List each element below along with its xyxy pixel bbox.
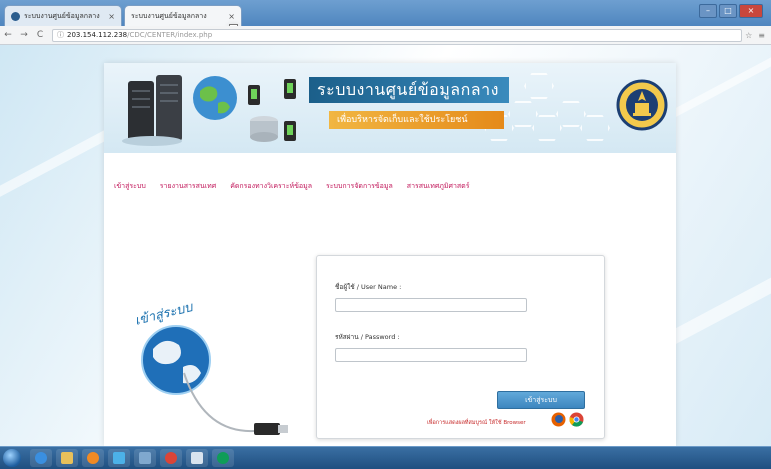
menu-item-login[interactable]: เข้าสู่ระบบ bbox=[114, 181, 146, 192]
os-taskbar bbox=[0, 446, 771, 469]
username-input[interactable] bbox=[335, 298, 527, 312]
address-path: /CDC/CENTER/index.php bbox=[127, 31, 213, 39]
forward-icon[interactable]: → bbox=[16, 30, 32, 40]
server-rack-icon bbox=[122, 75, 182, 146]
chrome-taskbar-icon[interactable] bbox=[160, 449, 182, 467]
hexagon-decoration bbox=[532, 115, 562, 141]
database-icon bbox=[248, 79, 296, 142]
menu-item-reports[interactable]: รายงานสารสนเทศ bbox=[160, 181, 216, 192]
menu-icon[interactable]: ≡ bbox=[758, 31, 765, 40]
network-app-icon[interactable] bbox=[108, 449, 130, 467]
password-label: รหัสผ่าน / Password : bbox=[335, 333, 400, 341]
media-player-icon[interactable] bbox=[82, 449, 104, 467]
browser-tab[interactable]: ระบบงานศูนย์ข้อมูลกลาง × bbox=[4, 5, 122, 26]
organization-seal-logo bbox=[616, 79, 668, 131]
address-host: 203.154.112.238 bbox=[67, 31, 128, 39]
window-close-icon[interactable]: × bbox=[739, 4, 763, 18]
bookmark-star-icon[interactable]: ☆ bbox=[745, 31, 752, 40]
globe-icon bbox=[193, 76, 237, 120]
minimize-icon[interactable]: – bbox=[699, 4, 717, 18]
browser-toolbar: ← → C ⓘ 203.154.112.238 /CDC/CENTER/inde… bbox=[0, 26, 771, 45]
tab-title: ระบบงานศูนย์ข้อมูลกลาง bbox=[131, 11, 207, 20]
chrome-icon[interactable] bbox=[569, 412, 584, 427]
maximize-icon[interactable]: □ bbox=[719, 4, 737, 18]
window-controls: – □ × bbox=[699, 4, 763, 18]
hexagon-decoration bbox=[580, 115, 610, 141]
internet-explorer-icon[interactable] bbox=[30, 449, 52, 467]
browser-tab-active[interactable]: ระบบงานศูนย์ข้อมูลกลาง × bbox=[124, 5, 242, 26]
firefox-icon[interactable] bbox=[551, 412, 566, 427]
password-input[interactable] bbox=[335, 348, 527, 362]
document-app-icon[interactable] bbox=[186, 449, 208, 467]
tab-close-icon[interactable]: × bbox=[108, 12, 115, 21]
toolbar-icons: ☆ ≡ bbox=[745, 31, 765, 40]
browser-recommendation-note: เพื่อการแสดงผลที่สมบูรณ์ ให้ใช้ Browser bbox=[427, 420, 526, 426]
browser-tab-bar: ระบบงานศูนย์ข้อมูลกลาง × ระบบงานศูนย์ข้อ… bbox=[0, 0, 771, 26]
top-menu: เข้าสู่ระบบ รายงานสารสนเทศ คัดกรองทางวิเ… bbox=[114, 181, 469, 192]
page-info-icon[interactable]: ⓘ bbox=[57, 30, 64, 40]
site-favicon-icon bbox=[11, 11, 20, 21]
login-button[interactable]: เข้าสู่ระบบ bbox=[497, 391, 585, 409]
banner-subtitle: เพื่อบริหารจัดเก็บและใช้ประโยชน์ bbox=[329, 111, 504, 129]
back-icon[interactable]: ← bbox=[0, 30, 16, 40]
hexagon-decoration bbox=[508, 101, 538, 127]
menu-item-data-management[interactable]: ระบบการจัดการข้อมูล bbox=[326, 181, 393, 192]
browser-viewport: ระบบงานศูนย์ข้อมูลกลาง เพื่อบริหารจัดเก็… bbox=[0, 45, 771, 446]
username-label: ชื่อผู้ใช้ / User Name : bbox=[335, 283, 402, 291]
address-bar[interactable]: ⓘ 203.154.112.238 /CDC/CENTER/index.php bbox=[52, 28, 742, 42]
tab-close-icon[interactable]: × bbox=[228, 12, 235, 21]
web-page: ระบบงานศูนย์ข้อมูลกลาง เพื่อบริหารจัดเก็… bbox=[104, 63, 676, 446]
hexagon-decoration bbox=[524, 73, 554, 99]
start-button-icon[interactable] bbox=[3, 449, 21, 467]
banner-title: ระบบงานศูนย์ข้อมูลกลาง bbox=[309, 77, 509, 103]
usb-cable-icon bbox=[183, 372, 288, 435]
login-form: ชื่อผู้ใช้ / User Name : รหัสผ่าน / Pass… bbox=[316, 255, 605, 439]
background-streak bbox=[0, 128, 113, 212]
menu-item-screening[interactable]: คัดกรองทางวิเคราะห์ข้อมูล bbox=[230, 181, 312, 192]
picture-viewer-icon[interactable] bbox=[134, 449, 156, 467]
menu-item-gis[interactable]: สารสนเทศภูมิศาสตร์ bbox=[407, 181, 470, 192]
header-banner: ระบบงานศูนย์ข้อมูลกลาง เพื่อบริหารจัดเก็… bbox=[104, 63, 676, 153]
chrome-active-taskbar-icon[interactable] bbox=[212, 449, 234, 467]
file-explorer-icon[interactable] bbox=[56, 449, 78, 467]
hexagon-decoration bbox=[556, 101, 586, 127]
tab-title: ระบบงานศูนย์ข้อมูลกลาง bbox=[24, 11, 100, 20]
reload-icon[interactable]: C bbox=[32, 30, 48, 40]
